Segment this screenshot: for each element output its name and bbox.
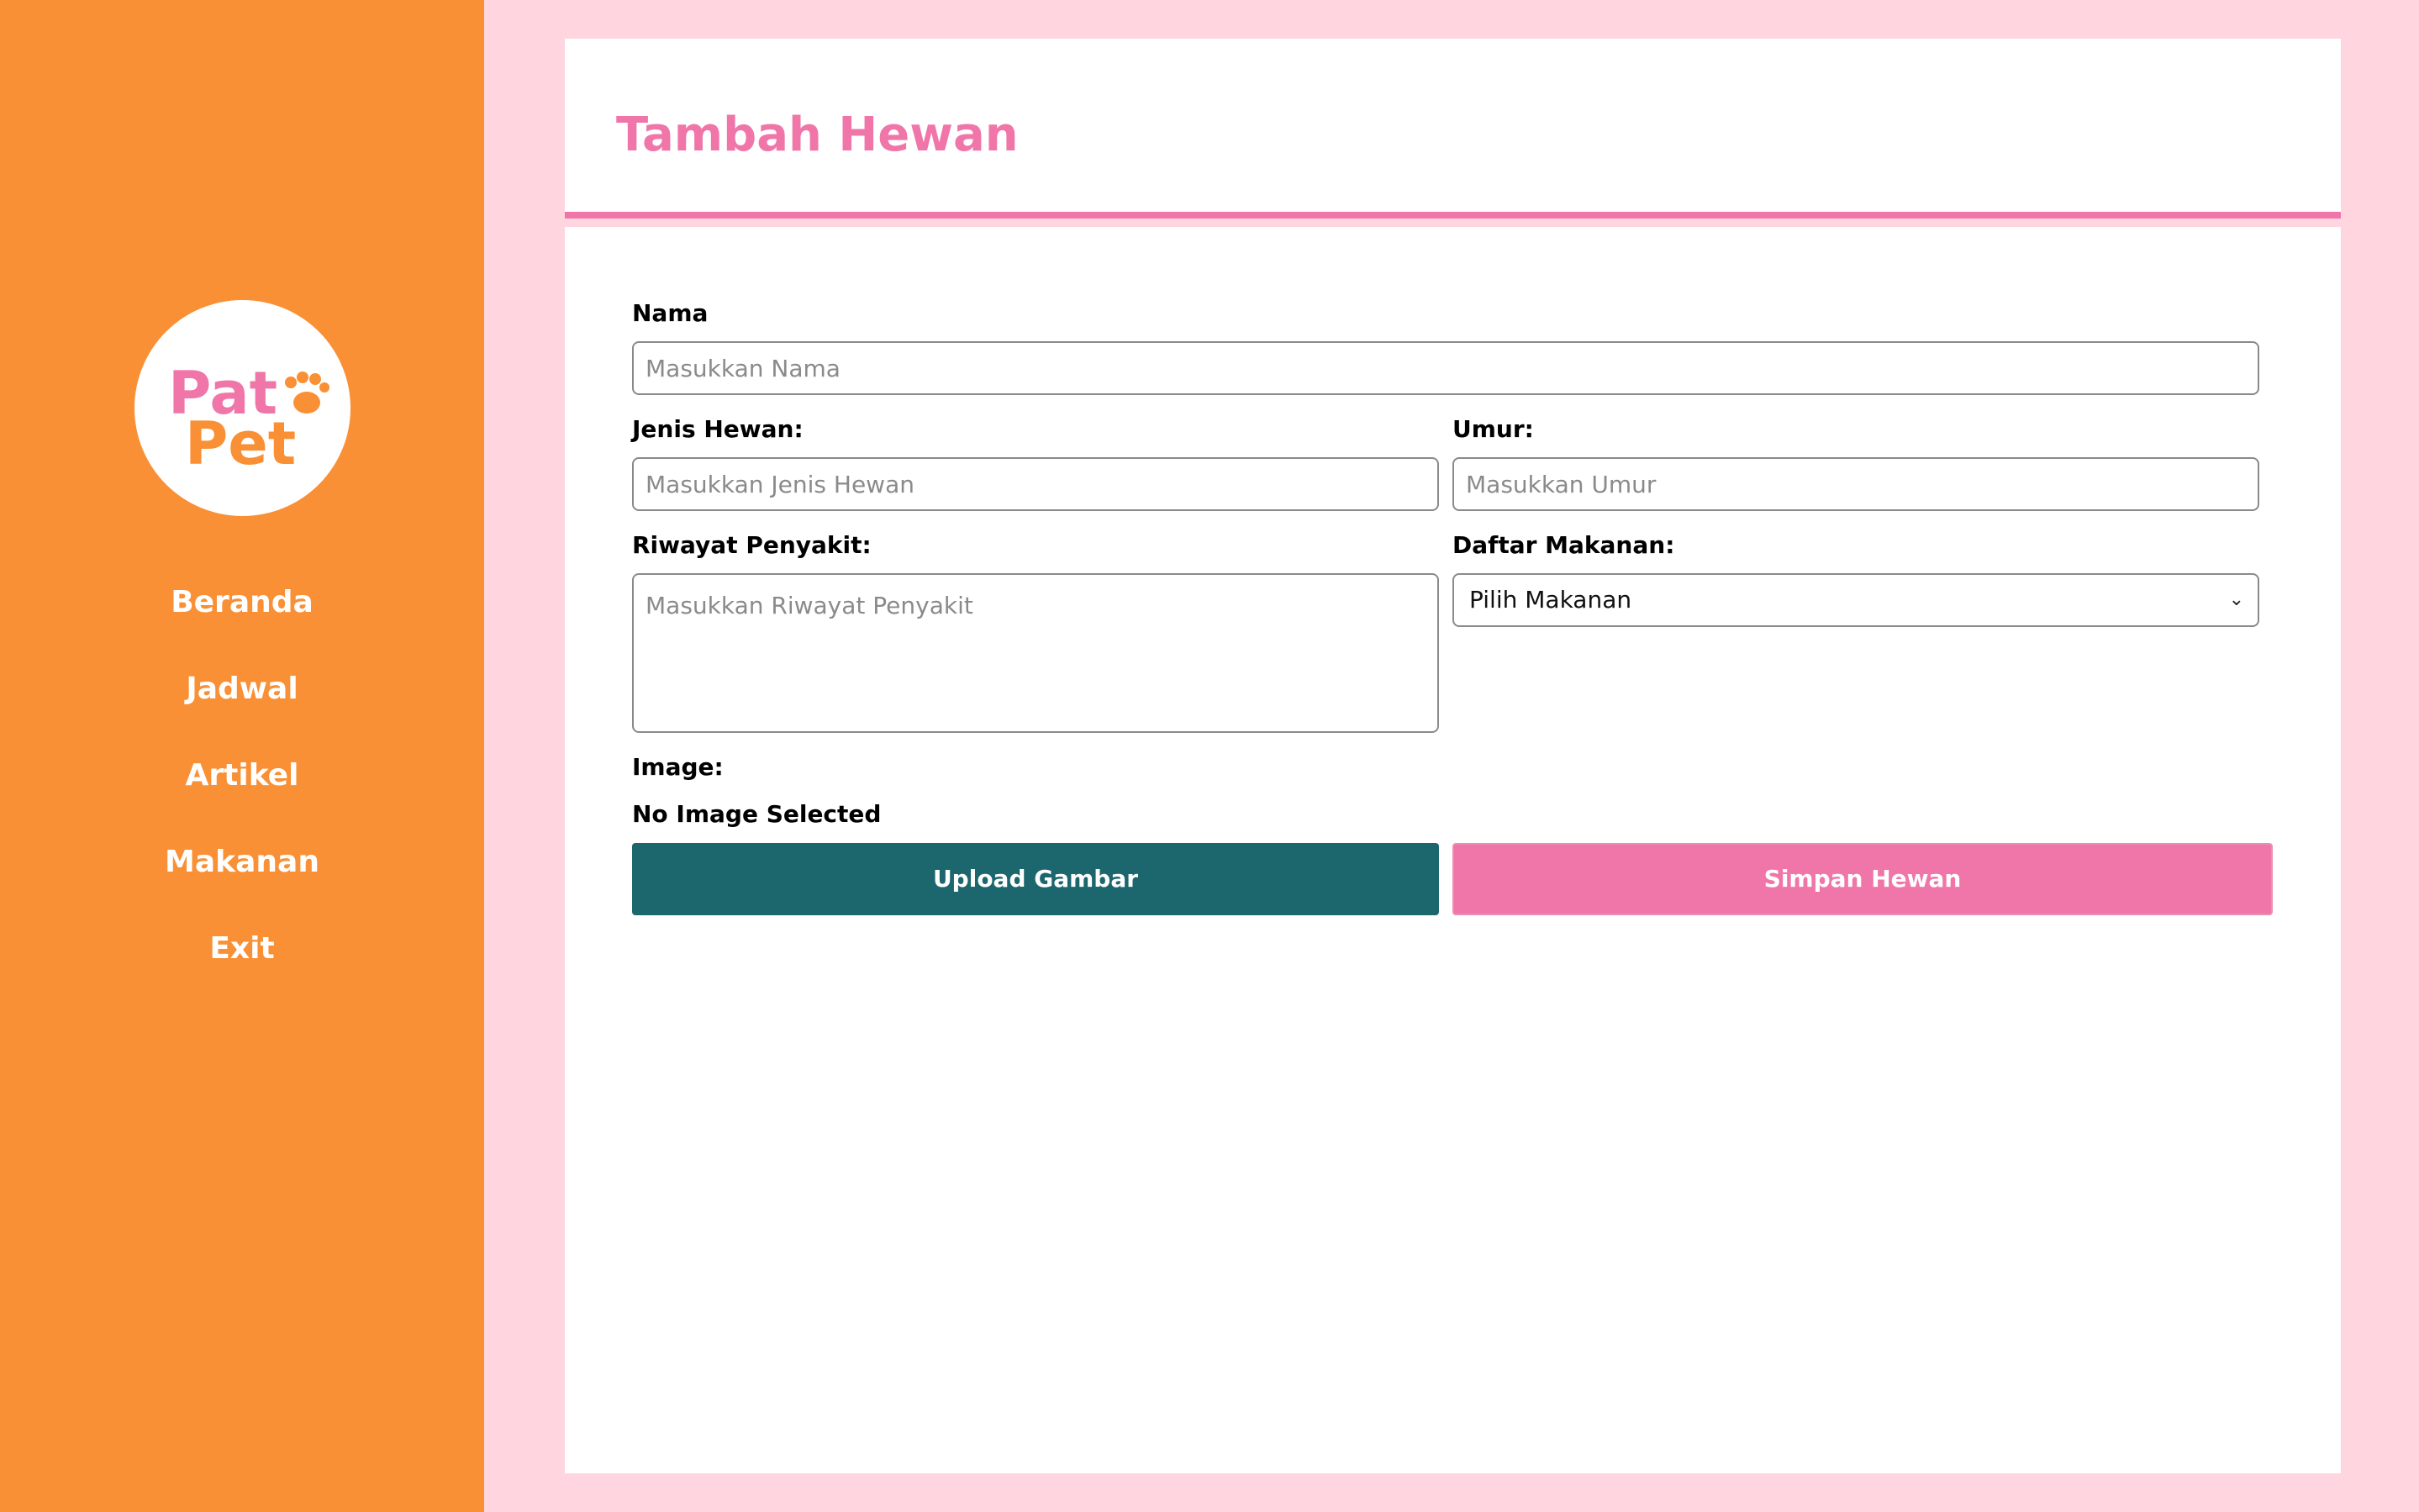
sidebar-item-artikel[interactable]: Artikel	[0, 745, 484, 831]
daftar-makanan-select[interactable]: Pilih Makanan ⌄	[1452, 573, 2259, 627]
jenis-hewan-label: Jenis Hewan:	[632, 415, 804, 443]
nama-input[interactable]	[632, 341, 2259, 395]
sidebar-item-makanan[interactable]: Makanan	[0, 831, 484, 918]
svg-text:Pet: Pet	[185, 409, 296, 478]
riwayat-penyakit-textarea[interactable]	[632, 573, 1439, 733]
sidebar: Pat Pet Beranda Jadwal Artikel Makanan E…	[0, 0, 484, 1512]
page-header: Tambah Hewan	[565, 39, 2341, 212]
page-title: Tambah Hewan	[616, 108, 1019, 162]
save-pet-button[interactable]: Simpan Hewan	[1452, 843, 2273, 915]
nama-label: Nama	[632, 299, 709, 327]
patpet-logo[interactable]: Pat Pet	[134, 300, 350, 516]
daftar-makanan-selected: Pilih Makanan	[1469, 586, 1632, 614]
sidebar-item-jadwal[interactable]: Jadwal	[0, 658, 484, 745]
patpet-logo-graphic: Pat Pet	[168, 359, 329, 478]
upload-image-button[interactable]: Upload Gambar	[632, 843, 1439, 915]
jenis-hewan-input[interactable]	[632, 457, 1439, 511]
daftar-makanan-label: Daftar Makanan:	[1452, 531, 1675, 559]
paw-icon	[285, 371, 329, 414]
sidebar-item-beranda[interactable]: Beranda	[0, 572, 484, 658]
riwayat-penyakit-label: Riwayat Penyakit:	[632, 531, 872, 559]
umur-label: Umur:	[1452, 415, 1534, 443]
header-divider	[565, 212, 2341, 219]
add-pet-form: Nama Jenis Hewan: Umur: Riwayat Penyakit…	[565, 227, 2341, 1473]
sidebar-item-exit[interactable]: Exit	[0, 918, 484, 1004]
image-status: No Image Selected	[632, 800, 882, 828]
sidebar-nav: Beranda Jadwal Artikel Makanan Exit	[0, 572, 484, 1004]
image-label: Image:	[632, 753, 724, 781]
umur-input[interactable]	[1452, 457, 2259, 511]
chevron-down-icon: ⌄	[2228, 589, 2244, 610]
